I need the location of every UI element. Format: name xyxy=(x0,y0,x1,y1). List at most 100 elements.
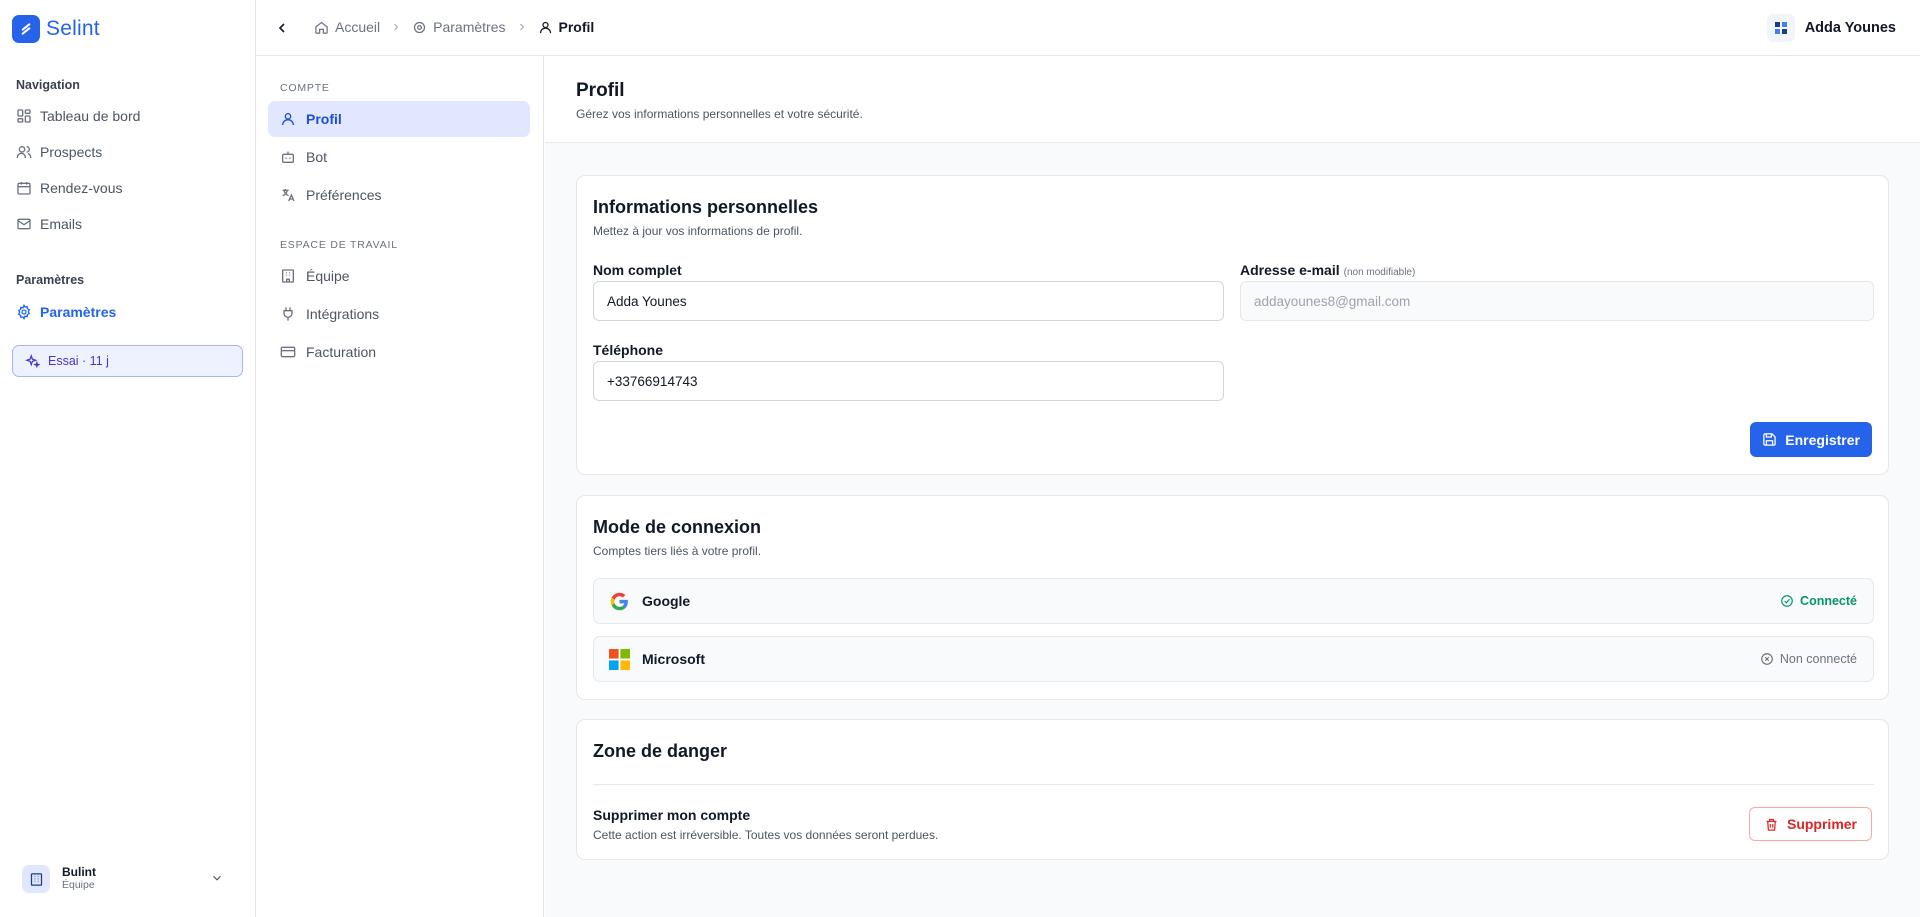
trial-badge[interactable]: Essai · 11 j xyxy=(12,345,243,377)
breadcrumb-settings[interactable]: Paramètres xyxy=(433,19,505,35)
workspace-avatar xyxy=(22,865,50,893)
gear-icon xyxy=(414,21,426,33)
sidebar-item-label: Rendez-vous xyxy=(40,180,123,196)
status-badge: Connecté xyxy=(1780,594,1857,608)
email-label: Adresse e-mail (non modifiable) xyxy=(1240,262,1416,278)
phone-label: Téléphone xyxy=(593,342,664,358)
save-label: Enregistrer xyxy=(1785,431,1860,448)
full-name-label: Nom complet xyxy=(593,262,682,278)
sidebar-item-emails[interactable]: Emails xyxy=(16,214,82,234)
users-icon xyxy=(16,146,32,158)
delete-label: Supprimer xyxy=(1786,816,1857,832)
chevron-right-icon xyxy=(394,23,399,31)
breadcrumb-home[interactable]: Accueil xyxy=(335,19,380,35)
provider-name: Google xyxy=(642,593,691,609)
sidebar-item-label: Emails xyxy=(40,216,83,232)
status-badge: Non connecté xyxy=(1760,652,1857,666)
user-icon xyxy=(539,21,551,33)
delete-account-description: Cette action est irréversible. Toutes vo… xyxy=(593,828,939,842)
personal-info-card: Informations personnelles Mettez à jour … xyxy=(576,175,1889,475)
sidebar-item-prospects[interactable]: Prospects xyxy=(16,142,102,162)
provider-name: Microsoft xyxy=(642,651,705,667)
credit-card-icon xyxy=(280,346,296,358)
settings-nav-label: Facturation xyxy=(306,344,377,360)
mail-icon xyxy=(17,218,31,230)
card-title: Zone de danger xyxy=(593,741,728,761)
delete-account-button[interactable]: Supprimer xyxy=(1748,807,1872,841)
chevron-down-icon xyxy=(213,875,221,881)
divider xyxy=(593,784,1874,785)
plug-icon xyxy=(283,307,293,321)
logo-icon xyxy=(12,15,40,43)
settings-nav-label: Préférences xyxy=(306,187,382,203)
sparkles-icon xyxy=(25,353,40,368)
status-label: Non connecté xyxy=(1779,652,1857,666)
avatar xyxy=(1766,14,1795,42)
danger-zone-card: Zone de danger Supprimer mon compte Cett… xyxy=(576,719,1889,860)
phone-field[interactable] xyxy=(593,361,1224,401)
card-title: Informations personnelles xyxy=(593,197,819,217)
user-menu[interactable]: Adda Younes xyxy=(1766,14,1896,42)
workspace-name: Bulint xyxy=(62,865,96,879)
building-icon xyxy=(30,872,42,886)
trash-icon xyxy=(1766,818,1777,831)
delete-account-title: Supprimer mon compte xyxy=(593,807,751,823)
card-title: Mode de connexion xyxy=(593,517,762,537)
settings-nav-billing[interactable]: Facturation xyxy=(268,334,530,370)
chevron-right-icon xyxy=(519,23,524,31)
page-header: Profil Gérez vos informations personnell… xyxy=(545,56,1920,143)
sidebar-item-dashboard[interactable]: Tableau de bord xyxy=(16,106,140,126)
nav-heading: Navigation xyxy=(16,78,80,92)
sidebar: Selint Navigation Tableau de bord Prospe… xyxy=(0,0,256,917)
settings-nav-team[interactable]: Équipe xyxy=(268,258,530,294)
workspace-heading: Espace de travail xyxy=(280,239,398,251)
trial-label: Essai · 11 j xyxy=(48,354,109,368)
languages-icon xyxy=(282,189,295,202)
sidebar-item-label: Paramètres xyxy=(40,304,117,320)
page-title: Profil xyxy=(576,80,625,101)
back-arrow-icon[interactable] xyxy=(274,20,290,36)
microsoft-icon xyxy=(609,649,630,670)
avatar-icon xyxy=(1774,22,1787,34)
user-icon xyxy=(282,113,294,126)
google-icon xyxy=(610,592,628,611)
top-bar: Accueil Paramètres Profil Adda Younes xyxy=(256,0,1920,56)
page-subtitle: Gérez vos informations personnelles et v… xyxy=(576,107,863,121)
account-heading: Compte xyxy=(280,82,330,94)
status-label: Connecté xyxy=(1800,594,1857,608)
settings-nav-preferences[interactable]: Préférences xyxy=(268,177,530,213)
bot-icon xyxy=(282,151,294,163)
settings-nav-profile[interactable]: Profil xyxy=(268,101,530,137)
workspace-role: Équipe xyxy=(62,879,95,891)
app-logo[interactable]: Selint xyxy=(12,15,100,43)
x-circle-icon xyxy=(1761,653,1773,665)
main-content: Profil Gérez vos informations personnell… xyxy=(545,56,1920,917)
gear-icon xyxy=(17,304,31,320)
workspace-switcher[interactable]: Bulint Équipe xyxy=(22,864,236,894)
full-name-field[interactable] xyxy=(593,281,1224,321)
provider-row-google[interactable]: Google Connecté xyxy=(593,578,1874,624)
settings-nav-label: Profil xyxy=(306,111,342,127)
breadcrumb: Accueil Paramètres Profil xyxy=(314,19,594,35)
settings-nav-label: Équipe xyxy=(306,268,350,284)
check-circle-icon xyxy=(1781,595,1793,607)
building-icon xyxy=(282,269,294,283)
dashboard-icon xyxy=(17,109,31,123)
app-name: Selint xyxy=(46,17,100,40)
sidebar-item-settings[interactable]: Paramètres xyxy=(16,302,116,322)
sidebar-item-appointments[interactable]: Rendez-vous xyxy=(16,178,123,198)
sidebar-item-label: Prospects xyxy=(40,144,103,160)
provider-row-microsoft[interactable]: Microsoft Non connecté xyxy=(593,636,1874,682)
email-field xyxy=(1240,281,1874,321)
home-icon xyxy=(315,21,328,34)
calendar-icon xyxy=(17,182,31,195)
settings-nav: Compte Profil Bot Préférences Espace de … xyxy=(256,56,544,917)
settings-nav-integrations[interactable]: Intégrations xyxy=(268,296,530,332)
settings-nav-bot[interactable]: Bot xyxy=(268,139,530,175)
save-button[interactable]: Enregistrer xyxy=(1750,422,1872,457)
save-icon xyxy=(1763,433,1777,446)
sidebar-item-label: Tableau de bord xyxy=(40,108,141,124)
settings-nav-label: Intégrations xyxy=(306,306,380,322)
breadcrumb-current: Profil xyxy=(558,19,595,35)
settings-heading: Paramètres xyxy=(16,273,85,287)
